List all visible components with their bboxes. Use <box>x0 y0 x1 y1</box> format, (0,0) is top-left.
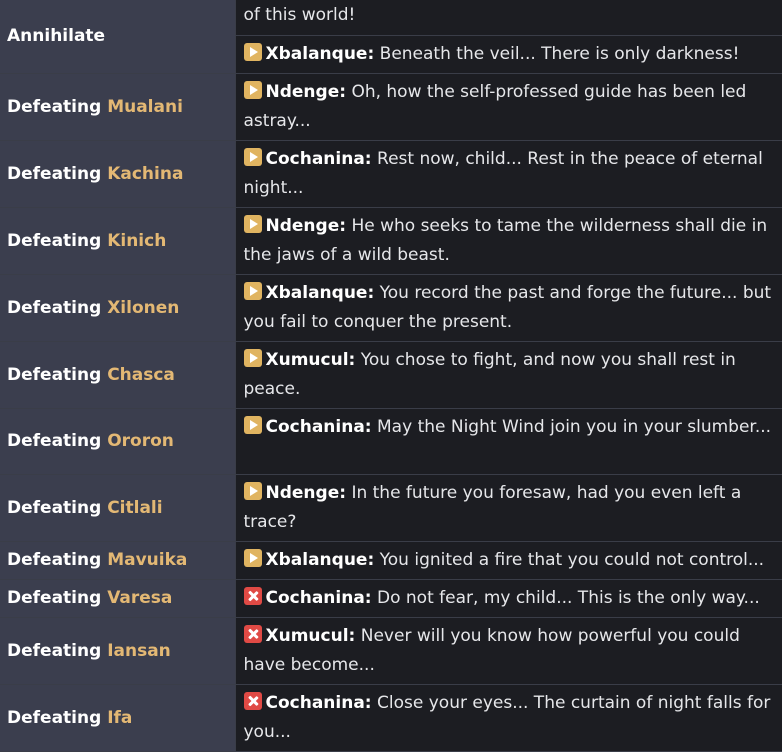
table-row: Defeating Kinich Ndenge: He who seeks to… <box>0 207 782 275</box>
speaker-name: Xbalanque: <box>265 282 375 303</box>
table-row: Defeating Mavuika Xbalanque: You ignited… <box>0 541 782 580</box>
play-icon[interactable] <box>243 281 262 300</box>
row-label-prefix: Annihilate <box>7 26 106 47</box>
play-icon[interactable] <box>243 348 262 367</box>
row-label-prefix: Defeating <box>7 364 102 385</box>
row-label: Defeating Kinich <box>0 207 236 275</box>
row-label-prefix: Defeating <box>7 431 102 451</box>
voice-line-text: May the Night Wind join you in your slum… <box>377 416 772 437</box>
speaker-name: Cochanina: <box>265 416 372 437</box>
voice-line-cell: Cochanina: Do not fear, my child... This… <box>235 579 782 618</box>
character-name: Chasca <box>107 364 175 385</box>
play-icon[interactable] <box>243 481 262 500</box>
table-row: Defeating Ifa Cochanina: Close your eyes… <box>0 684 782 752</box>
play-icon[interactable] <box>243 147 262 166</box>
row-label-prefix: Defeating <box>7 297 102 318</box>
voice-line-text: Beneath the veil... There is only darkne… <box>379 43 740 64</box>
close-icon <box>243 691 262 710</box>
row-label: Defeating Varesa <box>0 579 236 618</box>
close-icon <box>243 586 262 605</box>
voice-line-cell: Ndenge: He who seeks to tame the wildern… <box>235 207 782 275</box>
speaker-name: Cochanina: <box>265 692 372 713</box>
voice-line-cell: Xbalanque: You ignited a fire that you c… <box>235 541 782 580</box>
row-label-prefix: Defeating <box>7 497 102 518</box>
voice-line-cell: Xbalanque: Beneath the veil... There is … <box>235 35 782 74</box>
table-row: Defeating Kachina Cochanina: Rest now, c… <box>0 140 782 208</box>
voice-line-cell: Xbalanque: You record the past and forge… <box>235 274 782 342</box>
row-label: Defeating Xilonen <box>0 274 236 342</box>
play-icon[interactable] <box>243 214 262 233</box>
table-row: Defeating Varesa Cochanina: Do not fear,… <box>0 579 782 618</box>
character-name: Ororon <box>107 431 174 451</box>
character-name: Iansan <box>107 640 171 661</box>
table-row: Defeating Mualani Ndenge: Oh, how the se… <box>0 73 782 141</box>
voice-line-cell: Cochanina: Rest now, child... Rest in th… <box>235 140 782 208</box>
table-row: Defeating Chasca Xumucul: You chose to f… <box>0 341 782 409</box>
speaker-name: Ndenge: <box>265 482 347 503</box>
voice-line-text: Do not fear, my child... This is the onl… <box>377 587 760 608</box>
play-icon[interactable] <box>243 42 262 61</box>
character-name: Citlali <box>107 497 163 518</box>
play-icon[interactable] <box>243 80 262 99</box>
row-label: Defeating Mualani <box>0 73 236 141</box>
voice-line-text: of this world! <box>243 5 356 25</box>
character-name: Ifa <box>107 707 133 728</box>
row-label: Defeating Chasca <box>0 341 236 409</box>
play-icon[interactable] <box>243 548 262 567</box>
table-row: Defeating Citlali Ndenge: In the future … <box>0 474 782 542</box>
voice-line-text: You ignited a fire that you could not co… <box>379 549 765 570</box>
row-label-prefix: Defeating <box>7 640 102 661</box>
table-row: Defeating Iansan Xumucul: Never will you… <box>0 617 782 685</box>
voice-line-cell: Ndenge: Oh, how the self-professed guide… <box>235 73 782 141</box>
row-label-prefix: Defeating <box>7 707 102 728</box>
row-label-prefix: Defeating <box>7 163 102 184</box>
row-label: Defeating Ifa <box>0 684 236 752</box>
character-name: Kinich <box>107 230 167 251</box>
voice-line-cell: of this world! <box>235 0 782 36</box>
row-label: Defeating Kachina <box>0 140 236 208</box>
row-label-prefix: Defeating <box>7 96 102 117</box>
speaker-name: Xumucul: <box>265 349 356 370</box>
table-row: Annihilate of this world! <box>0 0 782 74</box>
play-icon[interactable] <box>243 415 262 434</box>
voice-line-cell: Ndenge: In the future you foresaw, had y… <box>235 474 782 542</box>
row-label-prefix: Defeating <box>7 588 102 608</box>
character-name: Kachina <box>107 163 184 184</box>
voice-lines-table: Annihilate of this world! Xbalanque: Ben… <box>0 0 782 752</box>
row-label: Defeating Ororon <box>0 408 236 475</box>
character-name: Xilonen <box>107 297 180 318</box>
speaker-name: Xbalanque: <box>265 549 375 570</box>
voice-line-cell: Xumucul: Never will you know how powerfu… <box>235 617 782 685</box>
speaker-name: Cochanina: <box>265 587 372 608</box>
speaker-name: Ndenge: <box>265 81 347 102</box>
voice-line-cell: Cochanina: May the Night Wind join you i… <box>235 408 782 475</box>
speaker-name: Cochanina: <box>265 148 372 169</box>
table-row: Defeating Ororon Cochanina: May the Nigh… <box>0 408 782 475</box>
row-label: Annihilate <box>0 0 236 74</box>
character-name: Mavuika <box>107 550 188 570</box>
row-label: Defeating Citlali <box>0 474 236 542</box>
table-row: Defeating Xilonen Xbalanque: You record … <box>0 274 782 342</box>
row-label-prefix: Defeating <box>7 230 102 251</box>
row-label: Defeating Mavuika <box>0 541 236 580</box>
row-label-prefix: Defeating <box>7 550 102 570</box>
row-label: Defeating Iansan <box>0 617 236 685</box>
speaker-name: Ndenge: <box>265 215 347 236</box>
character-name: Varesa <box>107 588 173 608</box>
voice-line-cell: Xumucul: You chose to fight, and now you… <box>235 341 782 409</box>
close-icon <box>243 624 262 643</box>
speaker-name: Xumucul: <box>265 625 356 646</box>
speaker-name: Xbalanque: <box>265 43 375 64</box>
voice-line-cell: Cochanina: Close your eyes... The curtai… <box>235 684 782 752</box>
character-name: Mualani <box>107 96 183 117</box>
